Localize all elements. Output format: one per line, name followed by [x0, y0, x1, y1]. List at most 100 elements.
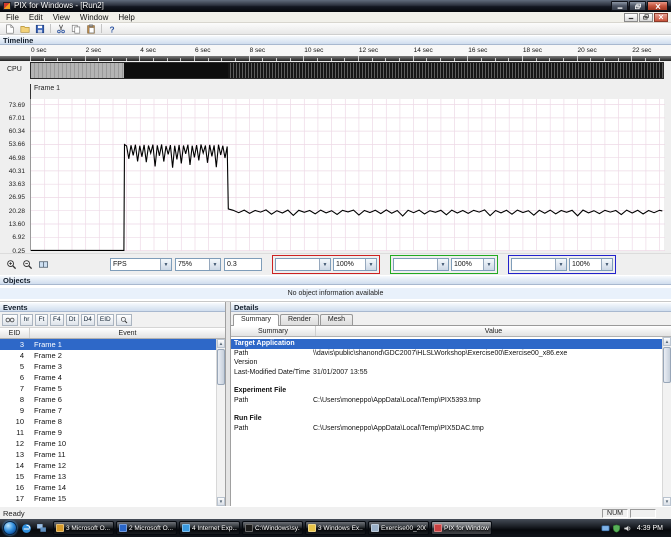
threshold-input[interactable]: 0.3	[224, 258, 262, 271]
scroll-down-icon[interactable]: ▼	[663, 497, 671, 506]
channel-1-scale-select[interactable]: 100%▼	[333, 258, 377, 271]
taskbar-button[interactable]: 3 Windows Ex...	[305, 521, 366, 535]
menubar: FileEditViewWindowHelp	[0, 12, 671, 23]
event-row[interactable]: 9Frame 7	[0, 405, 216, 416]
filter-f4-button[interactable]: F4	[50, 314, 64, 326]
minimize-button[interactable]	[611, 1, 628, 11]
tab-mesh[interactable]: Mesh	[320, 314, 353, 325]
search-icon[interactable]	[116, 314, 132, 326]
volume-tray-icon[interactable]	[623, 524, 632, 533]
status-bar: Ready NUM	[0, 506, 671, 519]
open-folder-icon[interactable]	[18, 23, 32, 34]
scroll-up-icon[interactable]: ▲	[663, 337, 671, 346]
cut-icon[interactable]	[54, 23, 68, 34]
summary-column-header[interactable]: Summary	[231, 326, 316, 336]
paste-icon[interactable]	[84, 23, 98, 34]
filter-d4-button[interactable]: D4	[81, 314, 95, 326]
scale-select[interactable]: 75%▼	[175, 258, 221, 271]
scrollbar-thumb[interactable]	[663, 347, 671, 383]
save-icon[interactable]	[33, 23, 47, 34]
taskbar-button[interactable]: 4 Internet Exp...	[179, 521, 240, 535]
help-icon[interactable]: ?	[105, 23, 119, 34]
channel-2-counter-select[interactable]: ▼	[393, 258, 449, 271]
display-tray-icon[interactable]	[601, 524, 610, 533]
channel-3-counter-select[interactable]: ▼	[511, 258, 567, 271]
scrollbar-thumb[interactable]	[217, 349, 225, 385]
event-row[interactable]: 5Frame 3	[0, 361, 216, 372]
details-row: Target Application	[231, 339, 662, 349]
fps-line-chart[interactable]	[30, 99, 664, 251]
channel-2-scale-select[interactable]: 100%▼	[451, 258, 495, 271]
scrollbar-track[interactable]	[217, 386, 225, 497]
filter-dt-button[interactable]: Dt	[66, 314, 79, 326]
scrollbar-track[interactable]	[663, 384, 671, 497]
menu-help[interactable]: Help	[113, 12, 139, 23]
taskbar-button-label: 4 Internet Exp...	[192, 525, 237, 532]
event-row[interactable]: 16Frame 14	[0, 482, 216, 493]
detail-label: Path	[231, 424, 313, 434]
status-cell-blank	[630, 509, 656, 518]
zoom-in-icon[interactable]	[5, 258, 18, 271]
event-row[interactable]: 12Frame 10	[0, 438, 216, 449]
restore-button[interactable]	[629, 1, 646, 11]
mdi-restore-button[interactable]	[639, 13, 653, 22]
detail-label: Last-Modified Date/Time	[231, 368, 313, 378]
menu-window[interactable]: Window	[75, 12, 113, 23]
copy-icon[interactable]	[69, 23, 83, 34]
menu-view[interactable]: View	[48, 12, 75, 23]
mdi-minimize-button[interactable]	[624, 13, 638, 22]
taskbar-clock[interactable]: 4:39 PM	[634, 525, 666, 532]
timeline-ruler[interactable]: 0 sec2 sec4 sec6 sec8 sec10 sec12 sec14 …	[0, 45, 671, 56]
event-name: Frame 3	[24, 362, 62, 371]
new-document-icon[interactable]	[3, 23, 17, 34]
cpu-activity-track[interactable]	[30, 62, 664, 79]
taskbar-button[interactable]: 3 Microsoft O...	[53, 521, 114, 535]
security-shield-tray-icon[interactable]	[612, 524, 621, 533]
taskbar-button[interactable]: PIX for Window...	[431, 521, 492, 535]
mdi-close-button[interactable]	[654, 13, 668, 22]
window-switcher-quicklaunch-icon[interactable]	[35, 522, 47, 534]
tab-render[interactable]: Render	[280, 314, 319, 325]
internet-explorer-quicklaunch-icon[interactable]	[20, 522, 32, 534]
channel-1-counter-select[interactable]: ▼	[275, 258, 331, 271]
taskbar-button[interactable]: 2 Microsoft O...	[116, 521, 177, 535]
taskbar-button-label: C:\Windows\sy...	[255, 525, 300, 532]
event-row[interactable]: 17Frame 15	[0, 493, 216, 504]
event-row[interactable]: 7Frame 5	[0, 383, 216, 394]
event-row[interactable]: 15Frame 13	[0, 471, 216, 482]
channel-3-scale-select[interactable]: 100%▼	[569, 258, 613, 271]
filter-ft-button[interactable]: Ft	[35, 314, 48, 326]
filter-hr-button[interactable]: hr	[20, 314, 33, 326]
event-row[interactable]: 6Frame 4	[0, 372, 216, 383]
filter-eid-button[interactable]: EID	[97, 314, 114, 326]
fit-icon[interactable]	[37, 258, 50, 271]
ruler-tick-label: 10 sec	[304, 47, 323, 54]
close-button[interactable]	[647, 1, 668, 11]
start-button[interactable]	[3, 521, 17, 535]
taskbar-button[interactable]: C:\Windows\sy...	[242, 521, 303, 535]
event-row[interactable]: 13Frame 11	[0, 449, 216, 460]
value-column-header[interactable]: Value	[316, 326, 671, 336]
event-column-header[interactable]: Event	[30, 328, 225, 338]
events-scrollbar[interactable]: ▲ ▼	[216, 339, 225, 506]
event-row[interactable]: 10Frame 8	[0, 416, 216, 427]
scroll-down-icon[interactable]: ▼	[217, 497, 225, 506]
details-scrollbar[interactable]: ▲ ▼	[662, 337, 671, 506]
event-eid: 14	[0, 461, 24, 470]
zoom-out-icon[interactable]	[21, 258, 34, 271]
details-row: Version	[231, 358, 662, 368]
titlebar[interactable]: PIX for Windows - [Run2]	[0, 0, 671, 12]
tab-summary[interactable]: Summary	[233, 314, 279, 326]
event-row[interactable]: 11Frame 9	[0, 427, 216, 438]
menu-file[interactable]: File	[1, 12, 24, 23]
event-row[interactable]: 8Frame 6	[0, 394, 216, 405]
event-row[interactable]: 3Frame 1	[0, 339, 216, 350]
scroll-up-icon[interactable]: ▲	[217, 339, 225, 348]
glasses-icon[interactable]	[2, 314, 18, 326]
taskbar-button[interactable]: Exercise00_200...	[368, 521, 429, 535]
counter-select[interactable]: FPS▼	[110, 258, 172, 271]
menu-edit[interactable]: Edit	[24, 12, 48, 23]
event-row[interactable]: 14Frame 12	[0, 460, 216, 471]
eid-column-header[interactable]: EID	[0, 328, 30, 338]
event-row[interactable]: 4Frame 2	[0, 350, 216, 361]
